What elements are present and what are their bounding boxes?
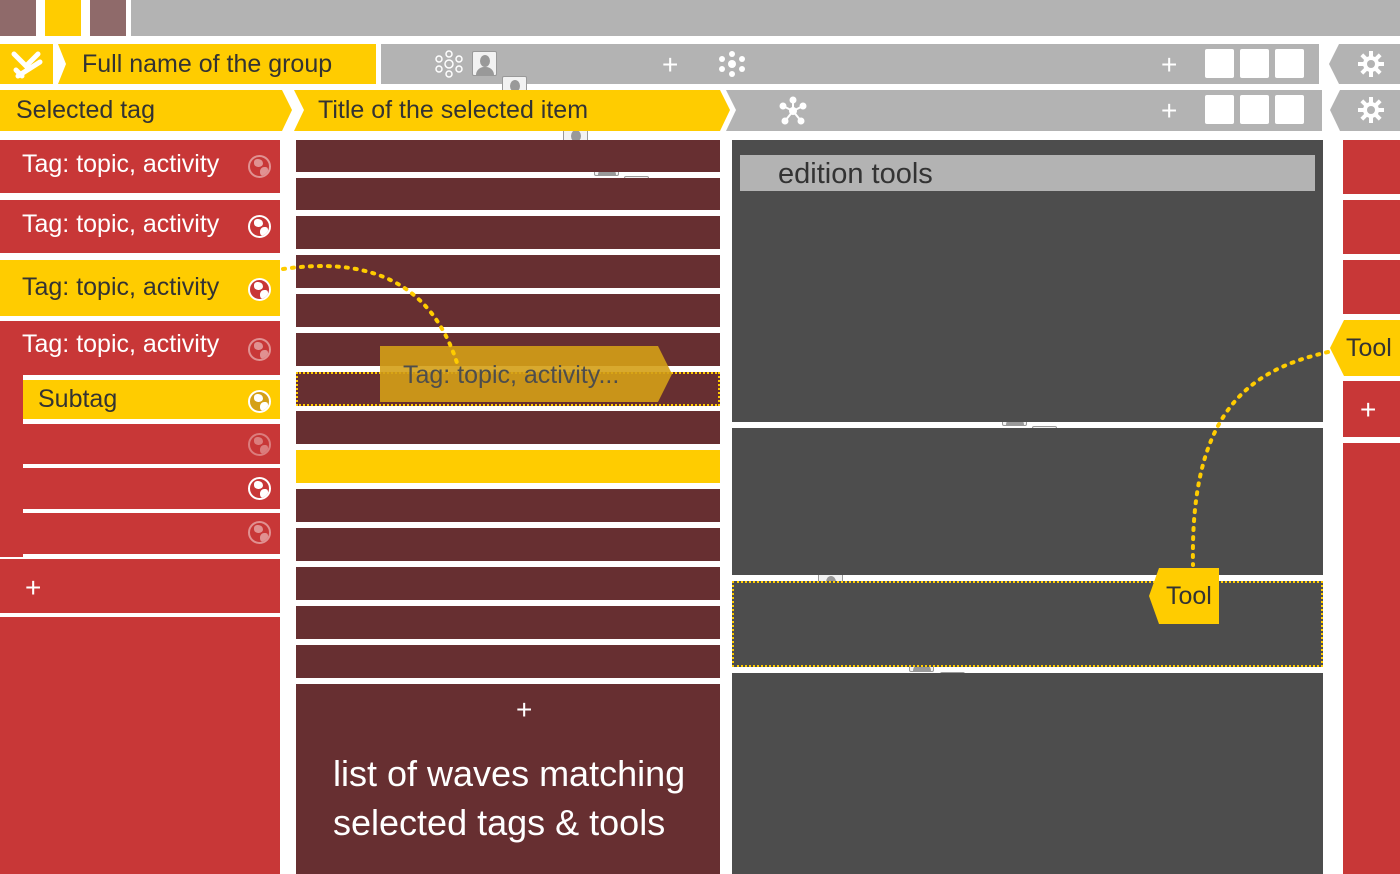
dropped-tool-label: Tool (1166, 582, 1212, 610)
selected-tag-label: Selected tag (16, 96, 155, 124)
add-group-participant-button[interactable]: + (662, 51, 678, 79)
wave-list-note-line1: list of waves matching (333, 753, 686, 794)
add-tool-label: + (1360, 394, 1377, 425)
wave-row[interactable] (296, 645, 720, 678)
wave-row[interactable] (296, 606, 720, 639)
wave-row[interactable] (296, 567, 720, 600)
tool-item[interactable] (1343, 140, 1400, 194)
dragged-tag-label: Tag: topic, activity... (403, 361, 620, 389)
item-toolbar-button-1[interactable] (1205, 95, 1234, 124)
tag-item-label: Tag: topic, activity (22, 330, 220, 358)
participants-icon[interactable] (717, 50, 747, 78)
subtag-item[interactable] (23, 513, 280, 554)
editor-section (732, 428, 1323, 575)
network-icon[interactable] (778, 96, 808, 126)
window-swatch-2[interactable] (45, 0, 81, 36)
globe-icon[interactable] (248, 477, 271, 500)
add-tag-button[interactable] (0, 559, 280, 613)
wave-logo-icon (11, 51, 43, 79)
gear-icon[interactable] (1357, 96, 1385, 124)
wave-row[interactable] (296, 140, 720, 172)
toolbar-button-2[interactable] (1240, 49, 1269, 78)
subtag-item[interactable] (23, 468, 280, 509)
wave-row[interactable] (296, 294, 720, 327)
item-toolbar-button-2[interactable] (1240, 95, 1269, 124)
wave-row[interactable] (296, 255, 720, 288)
toolbar-button-3[interactable] (1275, 49, 1304, 78)
tag-list-filler (0, 617, 280, 874)
globe-icon[interactable] (248, 521, 271, 544)
selected-item-title: Title of the selected item (318, 96, 589, 124)
tag-item-label: Tag: topic, activity (22, 210, 220, 238)
subtag-item[interactable] (23, 424, 280, 464)
tag-item-label: Tag: topic, activity (22, 150, 220, 178)
wave-row[interactable] (296, 489, 720, 522)
add-item-participant-button[interactable]: + (1161, 97, 1177, 125)
wave-list-note-line2: selected tags & tools (333, 802, 666, 843)
add-participant-button[interactable]: + (1161, 51, 1177, 79)
wave-row[interactable] (296, 216, 720, 249)
globe-icon[interactable] (248, 278, 271, 301)
tool-item[interactable] (1343, 260, 1400, 314)
toolbar-button-1[interactable] (1205, 49, 1234, 78)
globe-icon[interactable] (248, 433, 271, 456)
add-wave-button[interactable]: + (516, 696, 532, 724)
subtag-indent (0, 375, 23, 557)
title-bar (131, 0, 1400, 36)
item-toolbar-button-3[interactable] (1275, 95, 1304, 124)
add-tag-label: + (25, 572, 42, 603)
tool-drop-zone[interactable] (732, 581, 1323, 667)
globe-icon[interactable] (248, 338, 271, 361)
globe-icon[interactable] (248, 390, 271, 413)
avatar[interactable] (472, 51, 497, 76)
tool-list-filler (1343, 443, 1400, 874)
subtag-label: Subtag (38, 385, 118, 413)
globe-icon[interactable] (248, 215, 271, 238)
tag-item-label: Tag: topic, activity (22, 273, 220, 301)
globe-icon[interactable] (248, 155, 271, 178)
wave-row-selected[interactable] (296, 450, 720, 483)
tool-item-label: Tool (1346, 334, 1392, 362)
group-name-label: Full name of the group (82, 50, 333, 78)
wave-row[interactable] (296, 528, 720, 561)
wave-row[interactable] (296, 411, 720, 444)
edition-toolbar-title: edition tools (778, 158, 933, 190)
tool-item[interactable] (1343, 200, 1400, 254)
participants-icon[interactable] (434, 50, 464, 78)
wave-row[interactable] (296, 178, 720, 210)
editor-section (732, 673, 1323, 874)
logo-button[interactable] (0, 44, 53, 84)
gear-icon[interactable] (1357, 50, 1385, 78)
window-swatch-1[interactable] (0, 0, 36, 36)
window-swatch-3[interactable] (90, 0, 126, 36)
